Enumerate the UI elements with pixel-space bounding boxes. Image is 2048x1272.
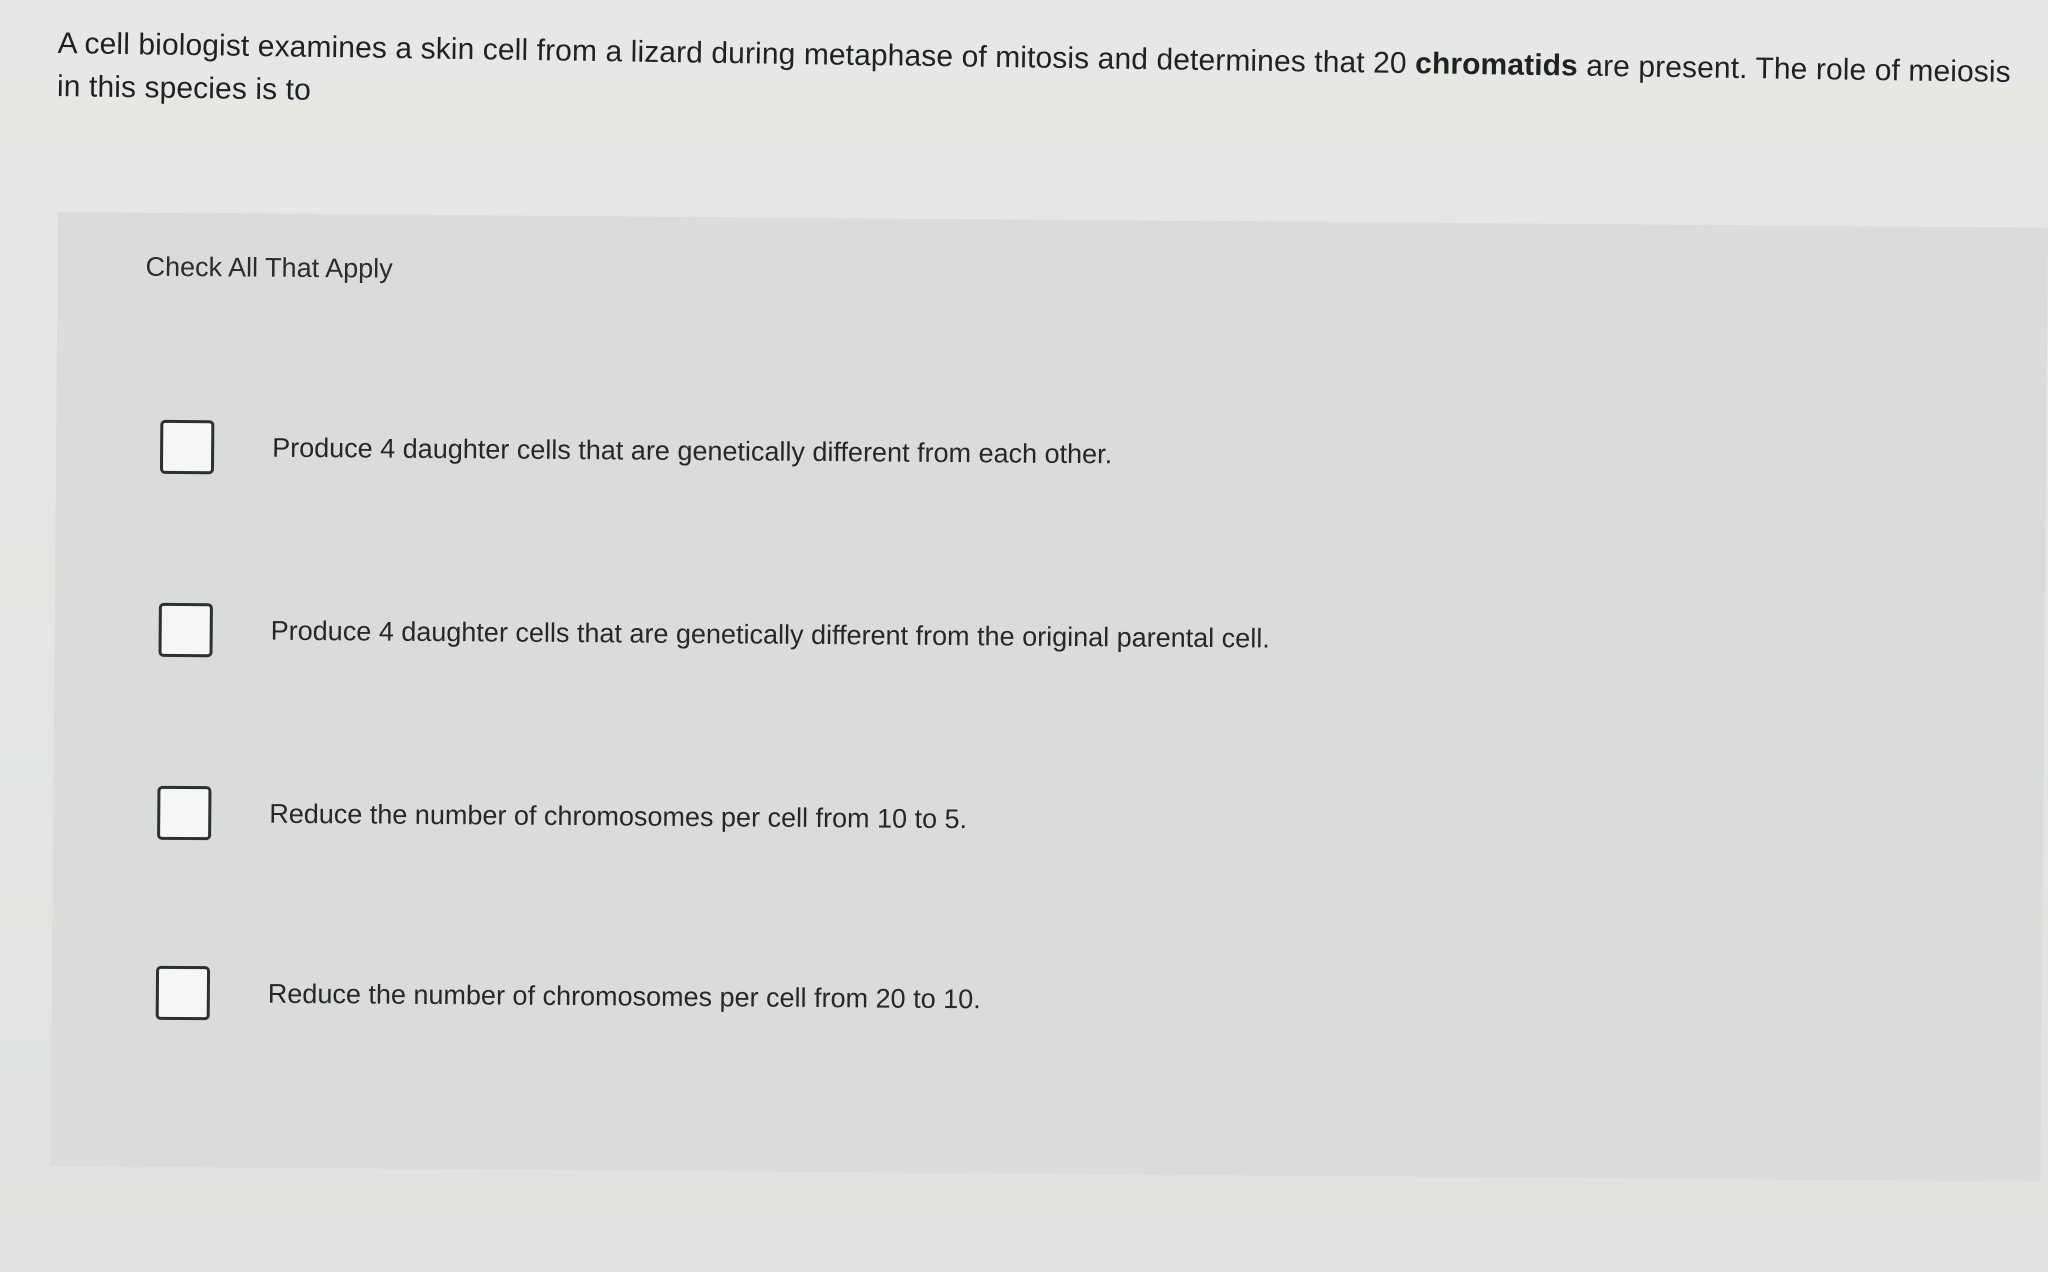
check-all-instruction: Check All That Apply [145, 251, 393, 284]
question-text: A cell biologist examines a skin cell fr… [57, 22, 2018, 137]
checkbox-option-2[interactable] [158, 602, 213, 658]
option-2-label: Produce 4 daughter cells that are geneti… [270, 615, 1270, 654]
checkbox-option-3[interactable] [157, 785, 212, 841]
answer-panel: Check All That Apply Produce 4 daughter … [50, 212, 2048, 1182]
page-background: A cell biologist examines a skin cell fr… [0, 0, 2048, 1272]
option-1[interactable]: Produce 4 daughter cells that are geneti… [159, 419, 1113, 481]
question-bold-term: chromatids [1414, 47, 1579, 83]
option-4[interactable]: Reduce the number of chromosomes per cel… [155, 965, 981, 1026]
option-3[interactable]: Reduce the number of chromosomes per cel… [157, 785, 968, 846]
checkbox-option-1[interactable] [159, 419, 215, 475]
option-2[interactable]: Produce 4 daughter cells that are geneti… [158, 602, 1270, 666]
checkbox-option-4[interactable] [155, 965, 211, 1021]
option-4-label: Reduce the number of chromosomes per cel… [267, 978, 981, 1015]
option-3-label: Reduce the number of chromosomes per cel… [269, 798, 968, 835]
option-1-label: Produce 4 daughter cells that are geneti… [272, 432, 1113, 470]
